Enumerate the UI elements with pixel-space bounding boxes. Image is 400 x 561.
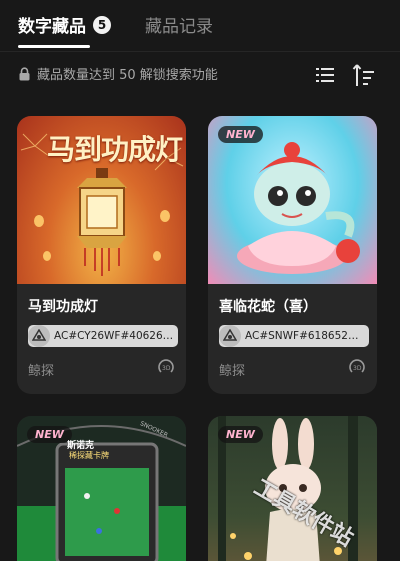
collection-card[interactable]: 马到功成灯 马到功成灯 AC#CY26WF#4062625... 鲸探 3D <box>17 116 186 394</box>
chain-logo-icon <box>219 325 241 347</box>
brand-name: 鲸探 <box>28 364 55 379</box>
new-badge: NEW <box>218 426 263 443</box>
search-lock-notice: 藏品数量达到 50 解锁搜索功能 <box>18 64 218 83</box>
new-badge: NEW <box>27 426 72 443</box>
lock-icon <box>19 66 30 80</box>
asset-id-chip[interactable]: AC#SNWF#6186526557 <box>219 325 369 347</box>
tab-label: 数字藏品 <box>18 17 86 37</box>
3d-icon: 3D <box>349 359 365 373</box>
svg-text:3D: 3D <box>162 365 171 372</box>
collection-card[interactable]: NEW 斯诺克 稀探藏卡牌 SNOOKER <box>17 416 186 561</box>
notice-text: 藏品数量达到 50 解锁搜索功能 <box>37 68 218 83</box>
3d-icon: 3D <box>158 359 174 373</box>
asset-id: AC#CY26WF#4062625... <box>54 330 178 342</box>
brand-name: 鲸探 <box>219 364 246 379</box>
count-badge: 5 <box>93 15 111 34</box>
card-image: 马到功成灯 <box>17 116 186 284</box>
new-badge: NEW <box>218 126 263 143</box>
chain-logo-icon <box>28 325 50 347</box>
card-image-calligraphy: 马到功成灯 <box>47 133 183 166</box>
active-tab-indicator <box>18 45 90 48</box>
svg-text:3D: 3D <box>353 365 362 372</box>
card-image: NEW 斯诺克 稀探藏卡牌 SNOOKER <box>17 416 186 561</box>
card-image-text: 稀探藏卡牌 <box>67 450 111 461</box>
sort-icon[interactable] <box>352 62 376 88</box>
tab-bar: 数字藏品 5 藏品记录 <box>0 0 400 52</box>
asset-id-chip[interactable]: AC#CY26WF#4062625... <box>28 325 178 347</box>
tab-digital-collections[interactable]: 数字藏品 5 <box>18 12 111 37</box>
tab-collection-records[interactable]: 藏品记录 <box>145 12 213 37</box>
card-title: 喜临花蛇（喜） <box>219 299 317 315</box>
collection-card[interactable]: NEW 喜临花蛇（喜） AC#SNWF#6186526557 鲸探 3D <box>208 116 377 394</box>
card-image: NEW <box>208 116 377 284</box>
card-title: 马到功成灯 <box>28 299 98 315</box>
list-view-icon[interactable] <box>314 64 336 86</box>
asset-id: AC#SNWF#6186526557 <box>245 330 369 342</box>
